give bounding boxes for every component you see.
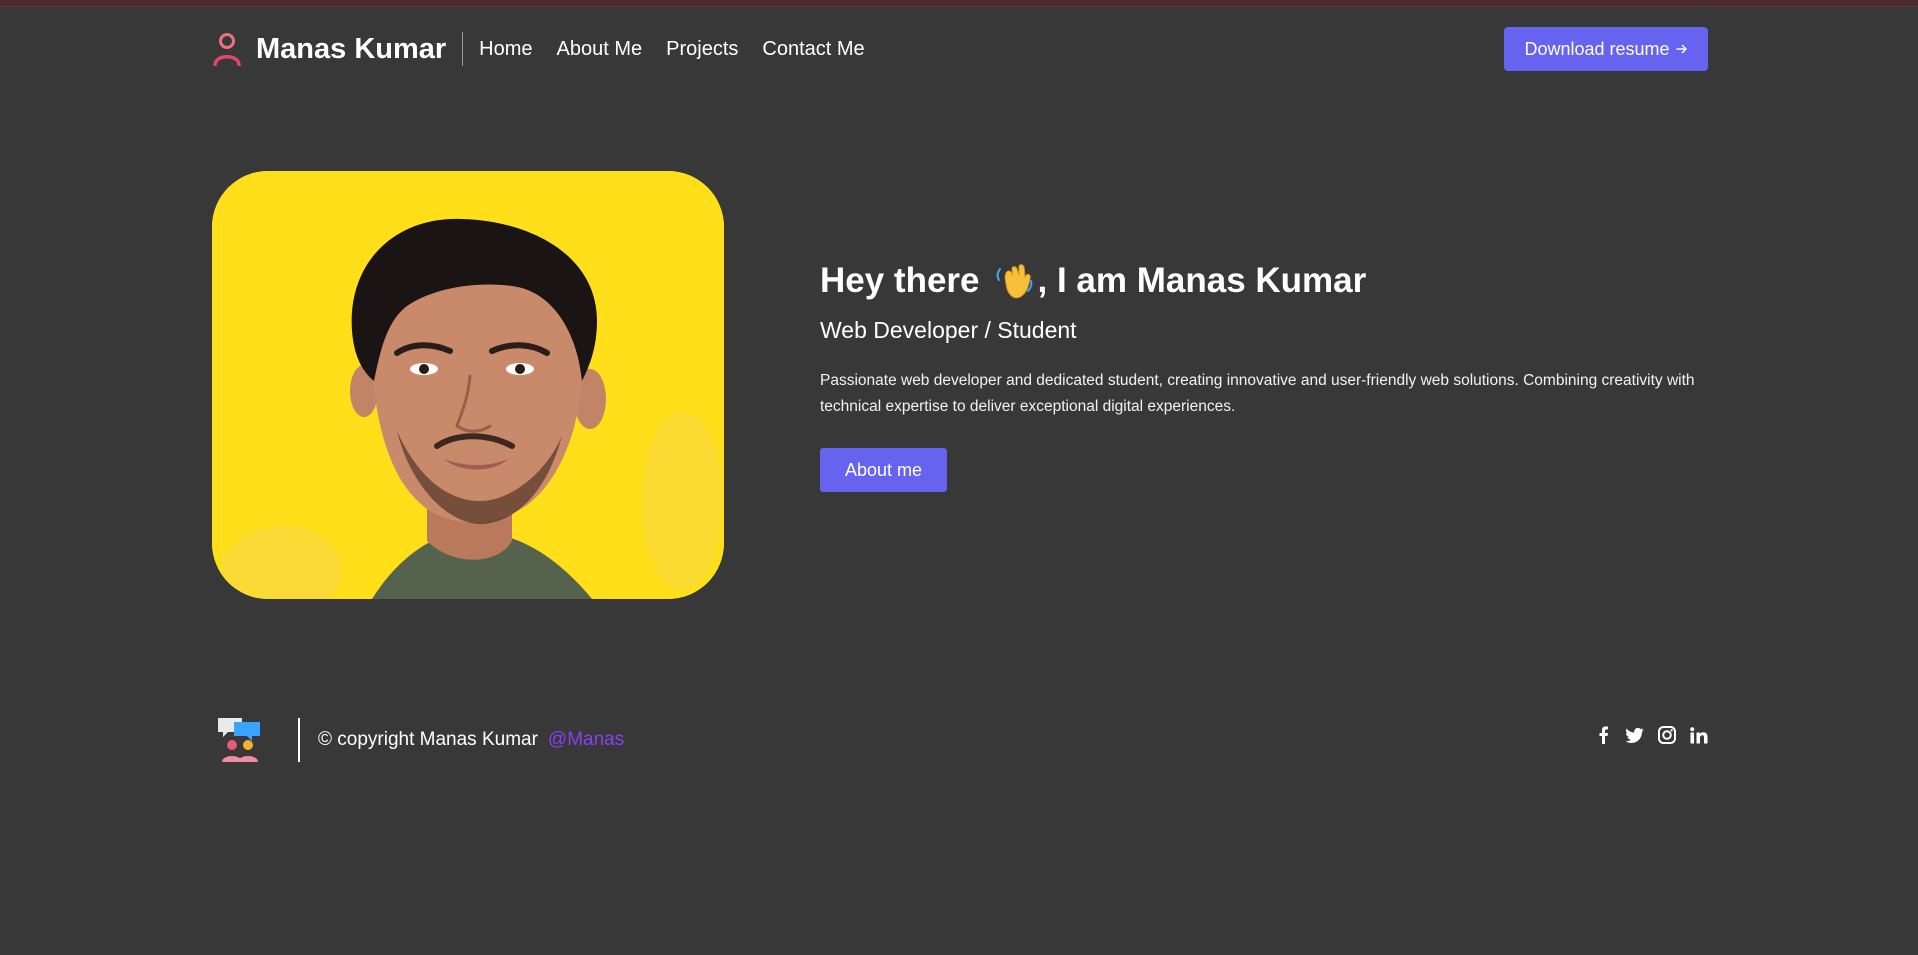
nav-about-me[interactable]: About Me [557,38,643,61]
brand-divider [462,32,464,66]
handle-link[interactable]: @Manas [548,729,624,751]
chat-people-icon [218,718,260,762]
profile-photo [212,171,724,599]
about-me-button[interactable]: About me [820,448,947,492]
facebook-icon[interactable] [1594,726,1612,744]
hero-subtitle: Web Developer / Student [820,317,1077,343]
profile-portrait-image [212,171,724,599]
footer-divider [298,718,300,762]
instagram-icon[interactable] [1658,726,1676,744]
hero-section: Hey there , I am Manas Kumar Web Develop… [212,171,1708,599]
hero-title-greeting: Hey there [820,261,980,300]
social-links [1594,726,1708,744]
site-header: Manas Kumar Home About Me Projects Conta… [212,26,1708,72]
download-resume-button[interactable]: Download resume [1504,27,1708,71]
hero-title: Hey there , I am Manas Kumar [820,261,1708,301]
nav-projects[interactable]: Projects [666,38,738,61]
hero-description: Passionate web developer and dedicated s… [820,372,1695,415]
arrow-right-icon [1675,44,1687,54]
user-icon [213,33,241,66]
copyright-text: © copyright Manas Kumar [318,729,538,750]
download-resume-label: Download resume [1524,38,1670,59]
window-top-strip [0,0,1918,7]
site-footer: © copyright Manas Kumar @Manas [212,712,1708,768]
twitter-icon[interactable] [1626,726,1644,744]
nav-contact-me[interactable]: Contact Me [762,38,864,61]
main-nav: Home About Me Projects Contact Me [479,38,864,61]
linkedin-icon[interactable] [1690,726,1708,744]
brand-name: Manas Kumar [256,32,447,65]
brand[interactable]: Manas Kumar [212,32,446,66]
hero-title-name: , I am Manas Kumar [1037,261,1367,300]
hero-text: Hey there , I am Manas Kumar Web Develop… [820,261,1708,492]
nav-home[interactable]: Home [479,38,532,61]
waving-hand-icon [996,264,1032,299]
